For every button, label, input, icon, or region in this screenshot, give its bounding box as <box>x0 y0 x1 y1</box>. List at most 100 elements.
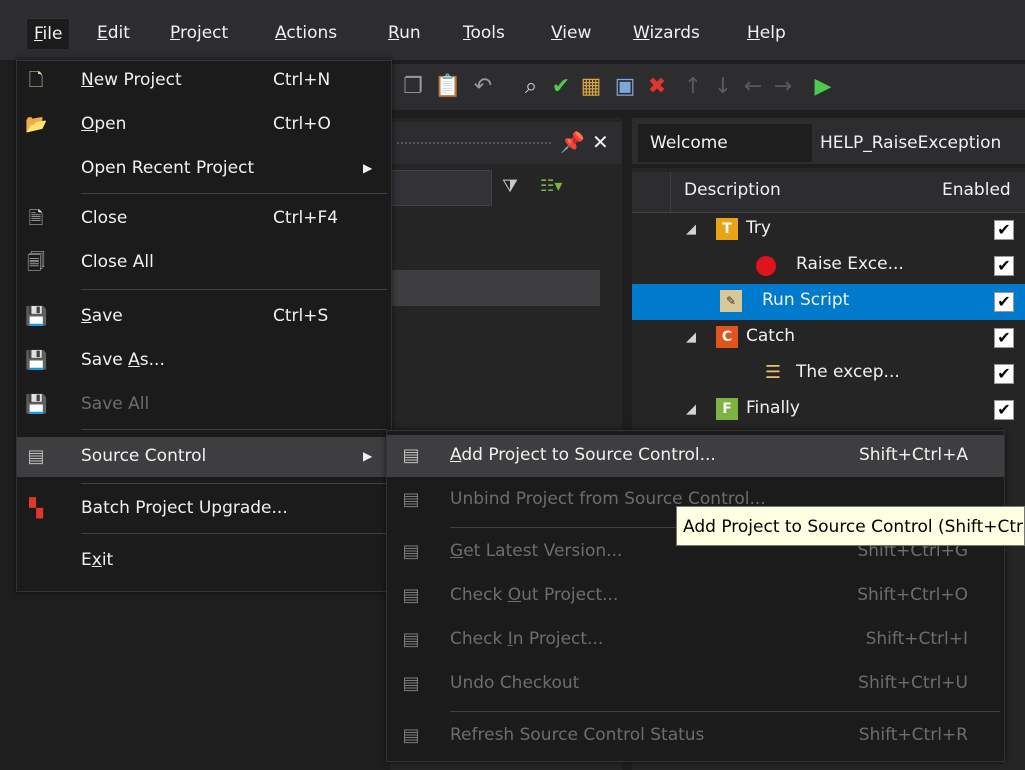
select-all-cell[interactable] <box>632 172 671 212</box>
arrow-left-icon[interactable]: ← <box>740 74 766 100</box>
finally-block-icon: F <box>716 398 738 420</box>
raise-exception-icon <box>756 256 776 276</box>
close-icon[interactable]: ✕ <box>592 130 609 154</box>
menu-item-open[interactable]: 📂 Open Ctrl+O <box>17 105 391 145</box>
script-icon: ✎ <box>720 290 742 312</box>
close-file-icon: 🗎 <box>28 208 44 229</box>
list-view-icon[interactable]: ☷▾ <box>540 176 562 195</box>
menu-item-label: Save All <box>81 394 150 414</box>
menu-item-save-as[interactable]: 💾 Save As... <box>17 341 391 381</box>
menu-item-label: Close All <box>81 252 154 272</box>
arrow-up-icon[interactable]: ↑ <box>680 74 706 100</box>
menu-item-add-to-source-control[interactable]: ▤ Add Project to Source Control... Shift… <box>387 435 1004 477</box>
open-folder-icon: 📂 <box>25 114 48 135</box>
enabled-checkbox[interactable]: ✔ <box>994 400 1014 420</box>
menu-run[interactable]: Run <box>381 18 428 48</box>
menu-item-new-project[interactable]: 🗋 New Project Ctrl+N <box>17 61 391 101</box>
row-label: Catch <box>746 326 796 346</box>
run-play-icon[interactable]: ▶ <box>810 74 836 100</box>
paste-icon[interactable]: 📋 <box>434 74 461 100</box>
menu-item-label: Save <box>81 306 123 326</box>
menu-item-batch-upgrade[interactable]: ▚ Batch Project Upgrade... <box>17 489 391 529</box>
copy-icon[interactable]: ❐ <box>400 74 426 100</box>
save-as-icon: 💾 <box>25 350 48 371</box>
shortcut: Shift+Ctrl+A <box>858 445 968 465</box>
arrow-down-icon[interactable]: ↓ <box>710 74 736 100</box>
window-icon[interactable]: ▣ <box>612 74 638 100</box>
separator <box>81 483 387 484</box>
list-item[interactable] <box>390 270 600 306</box>
properties-icon[interactable]: ▦ <box>578 74 604 100</box>
menu-item-source-control[interactable]: ▤ Source Control ▶ <box>17 437 391 477</box>
enabled-checkbox[interactable]: ✔ <box>994 256 1014 276</box>
menu-item-label: Undo Checkout <box>450 673 580 693</box>
menu-item-close-all[interactable]: 🗐 Close All <box>17 243 391 283</box>
collapse-icon[interactable]: ◢ <box>686 330 696 345</box>
table-row[interactable]: ◢ C Catch ✔ <box>632 320 1025 356</box>
menu-item-label: Save As... <box>81 350 165 370</box>
collapse-icon[interactable]: ◢ <box>686 402 696 417</box>
delete-x-icon[interactable]: ✖ <box>644 74 670 100</box>
check-out-icon: ▤ <box>402 585 420 606</box>
arrow-right-icon[interactable]: → <box>770 74 796 100</box>
search-input[interactable] <box>390 170 492 206</box>
tab-help-raiseexception[interactable]: HELP_RaiseException <box>808 124 1025 162</box>
try-block-icon: T <box>716 218 738 240</box>
menu-tools[interactable]: Tools <box>456 18 512 48</box>
validate-check-icon[interactable]: ✔ <box>548 74 574 100</box>
close-all-icon: 🗐 <box>27 252 45 273</box>
pane-grip[interactable] <box>396 141 552 146</box>
pin-icon[interactable]: 📌 <box>560 130 585 154</box>
menu-bar: File Edit Project Actions Run Tools View… <box>0 0 1025 60</box>
menu-item-exit[interactable]: Exit <box>17 541 391 581</box>
new-project-icon: 🗋 <box>28 70 44 91</box>
batch-upgrade-icon: ▚ <box>29 498 43 519</box>
menu-wizards[interactable]: Wizards <box>626 18 707 48</box>
menu-item-label: Add Project to Source Control... <box>450 445 716 465</box>
shortcut: Ctrl+F4 <box>273 208 339 228</box>
menu-item-label: Batch Project Upgrade... <box>81 498 288 518</box>
separator <box>450 711 1000 712</box>
menu-item-label: Refresh Source Control Status <box>450 725 705 745</box>
table-row[interactable]: ☰ The excep... ✔ <box>632 356 1025 392</box>
enabled-checkbox[interactable]: ✔ <box>994 364 1014 384</box>
shortcut: Ctrl+N <box>273 70 331 90</box>
menu-item-check-out[interactable]: ▤ Check Out Project... Shift+Ctrl+O <box>387 575 1004 617</box>
enabled-checkbox[interactable]: ✔ <box>994 292 1014 312</box>
menu-help[interactable]: Help <box>740 18 793 48</box>
table-row[interactable]: Raise Exce... ✔ <box>632 248 1025 284</box>
save-all-icon: 💾 <box>25 394 48 415</box>
add-to-source-control-icon: ▤ <box>402 445 420 466</box>
menu-item-save-all[interactable]: 💾 Save All <box>17 385 391 425</box>
column-description[interactable]: Description <box>684 180 781 200</box>
menu-view[interactable]: View <box>544 18 598 48</box>
shortcut: Shift+Ctrl+O <box>857 585 968 605</box>
menu-item-refresh-status[interactable]: ▤ Refresh Source Control Status Shift+Ct… <box>387 715 1004 757</box>
separator <box>81 533 387 534</box>
column-enabled[interactable]: Enabled <box>942 180 1011 200</box>
menu-item-open-recent[interactable]: Open Recent Project ▶ <box>17 149 391 189</box>
menu-item-label: Open Recent Project <box>81 158 255 178</box>
table-row[interactable]: ◢ T Try ✔ <box>632 212 1025 248</box>
filter-icon[interactable]: ⧩ <box>502 176 518 197</box>
menu-edit[interactable]: Edit <box>90 18 137 48</box>
menu-file[interactable]: File <box>26 18 71 49</box>
find-icon[interactable]: ⌕ <box>518 74 544 100</box>
menu-item-close[interactable]: 🗎 Close Ctrl+F4 <box>17 199 391 239</box>
menu-item-save[interactable]: 💾 Save Ctrl+S <box>17 297 391 337</box>
collapse-icon[interactable]: ◢ <box>686 222 696 237</box>
save-icon: 💾 <box>25 306 48 327</box>
table-row[interactable]: ◢ F Finally ✔ <box>632 392 1025 428</box>
menu-project[interactable]: Project <box>163 18 235 48</box>
separator <box>81 429 387 430</box>
row-label: Finally <box>746 398 800 418</box>
menu-item-check-in[interactable]: ▤ Check In Project... Shift+Ctrl+I <box>387 619 1004 661</box>
source-control-icon: ▤ <box>27 446 45 467</box>
enabled-checkbox[interactable]: ✔ <box>994 328 1014 348</box>
table-row[interactable]: ✎ Run Script ✔ <box>632 284 1025 320</box>
menu-item-undo-checkout[interactable]: ▤ Undo Checkout Shift+Ctrl+U <box>387 663 1004 705</box>
undo-icon[interactable]: ↶ <box>470 74 496 100</box>
tab-welcome[interactable]: Welcome <box>638 124 812 162</box>
enabled-checkbox[interactable]: ✔ <box>994 220 1014 240</box>
menu-actions[interactable]: Actions <box>268 18 344 48</box>
